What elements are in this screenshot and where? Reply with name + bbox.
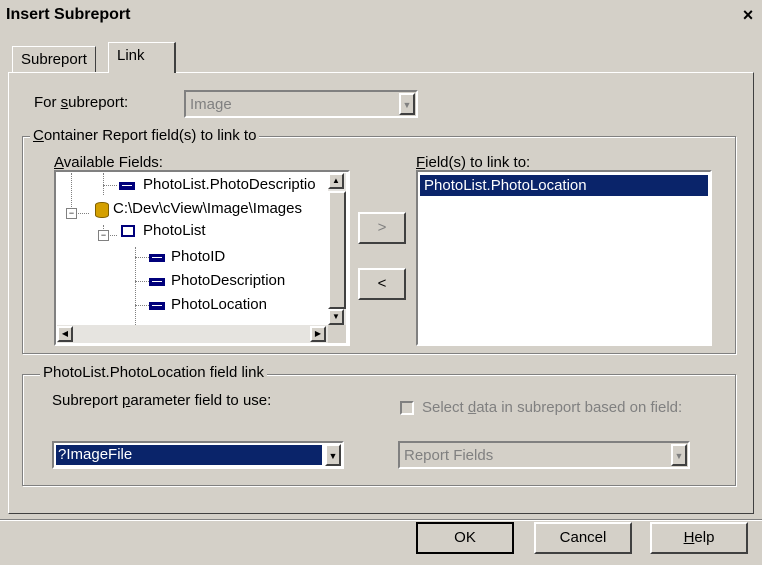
tree-content: PhotoList.PhotoDescriptio − C:\Dev\cView…: [57, 173, 347, 343]
available-fields-label: Available Fields:: [54, 154, 163, 171]
parameter-field-label: Subreport parameter field to use:: [52, 392, 272, 409]
linked-fields-list[interactable]: [416, 170, 712, 346]
subreport-select-value: Image: [190, 96, 232, 113]
chevron-down-icon[interactable]: ▼: [671, 444, 687, 466]
cancel-button[interactable]: Cancel: [534, 522, 632, 554]
report-fields-value: Report Fields: [404, 447, 494, 464]
field-link-group: [22, 374, 736, 486]
chevron-down-icon[interactable]: ▼: [399, 93, 415, 115]
help-button[interactable]: Help: [650, 522, 748, 554]
tree-item-photodescription[interactable]: PhotoDescription: [171, 270, 285, 292]
chevron-down-icon[interactable]: ▼: [325, 444, 341, 466]
add-field-button[interactable]: >: [358, 212, 406, 244]
tree-item-photolist[interactable]: PhotoList: [143, 220, 206, 242]
tab-link[interactable]: Link: [108, 42, 176, 73]
tree-horizontal-scrollbar[interactable]: [57, 325, 328, 343]
field-link-legend: PhotoList.PhotoLocation field link: [40, 364, 267, 381]
tree-item-photoid[interactable]: PhotoID: [171, 246, 225, 268]
remove-field-button[interactable]: <: [358, 268, 406, 300]
collapse-icon[interactable]: −: [66, 208, 77, 219]
scroll-corner: [328, 325, 346, 343]
select-data-label: Select data in subreport based on field:: [422, 399, 683, 416]
linked-fields-label: Field(s) to link to:: [416, 154, 531, 171]
container-fields-legend: Container Report field(s) to link to: [30, 127, 260, 144]
scroll-thumb[interactable]: [328, 191, 346, 309]
scroll-up-icon[interactable]: ▲: [328, 173, 344, 189]
linked-field-item[interactable]: PhotoList.PhotoLocation: [420, 175, 708, 196]
tree-item-database[interactable]: C:\Dev\cView\Image\Images: [113, 198, 302, 220]
report-fields-select[interactable]: Report Fields ▼: [398, 441, 690, 469]
scroll-down-icon[interactable]: ▼: [328, 309, 344, 325]
parameter-field-select[interactable]: ?ImageFile ▼: [52, 441, 344, 469]
bottom-divider-highlight: [0, 520, 762, 521]
for-subreport-label: For subreport:: [34, 94, 129, 111]
field-icon: [149, 278, 165, 286]
tree-item-photodescription-top[interactable]: PhotoList.PhotoDescriptio: [143, 174, 316, 196]
tab-subreport[interactable]: Subreport: [12, 46, 96, 72]
close-icon[interactable]: ×: [738, 6, 758, 26]
table-icon: [121, 225, 135, 237]
select-data-checkbox[interactable]: [400, 401, 414, 415]
scroll-right-icon[interactable]: ▶: [310, 326, 326, 342]
scroll-left-icon[interactable]: ◀: [57, 326, 73, 342]
field-icon: [119, 182, 135, 190]
field-icon: [149, 254, 165, 262]
subreport-select[interactable]: Image ▼: [184, 90, 418, 118]
window-title: Insert Subreport: [6, 6, 131, 23]
field-icon: [149, 302, 165, 310]
database-icon: [95, 202, 109, 218]
collapse-icon[interactable]: −: [98, 230, 109, 241]
ok-button[interactable]: OK: [416, 522, 514, 554]
tree-item-photolocation[interactable]: PhotoLocation: [171, 294, 267, 316]
parameter-field-value: ?ImageFile: [56, 445, 322, 465]
